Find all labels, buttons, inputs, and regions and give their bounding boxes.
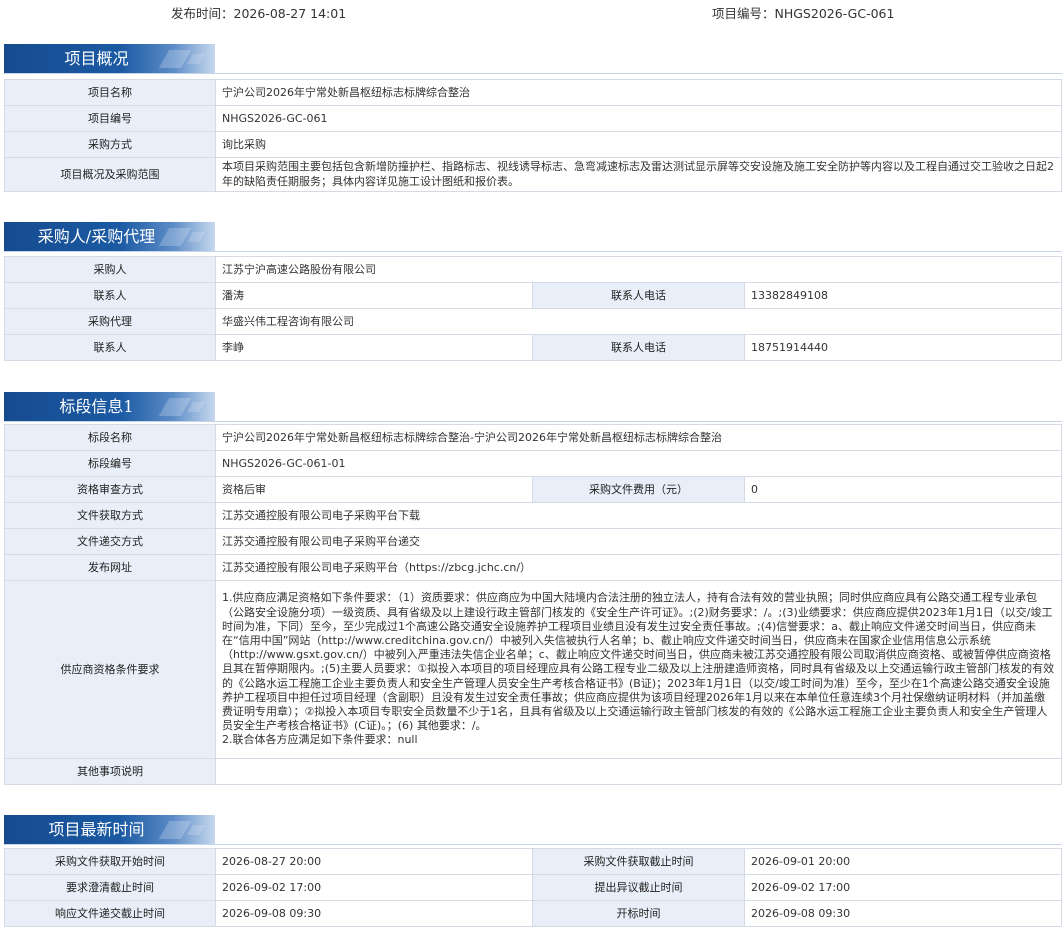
section-tab: 标段信息1 [4, 392, 215, 422]
value-agent: 华盛兴伟工程咨询有限公司 [215, 308, 1062, 335]
value-document-fee: 0 [744, 476, 1062, 503]
section-tab: 项目概况 [4, 44, 215, 74]
publish-time: 发布时间：2026-08-27 14:01 [171, 6, 347, 21]
tab-decoration [187, 825, 205, 835]
value-clarify-deadline: 2026-09-02 17:00 [215, 874, 533, 901]
section-times-header: 项目最新时间 [4, 815, 1062, 845]
value-contact: 潘涛 [215, 282, 533, 309]
tab-decoration [187, 54, 205, 64]
label-clarify-deadline: 要求澄清截止时间 [4, 874, 216, 901]
label-get-start: 采购文件获取开始时间 [4, 848, 216, 875]
label-qualification: 供应商资格条件要求 [4, 580, 216, 759]
value-purchaser: 江苏宁沪高速公路股份有限公司 [215, 256, 1062, 283]
label-agent-phone: 联系人电话 [532, 334, 745, 361]
times-table: 采购文件获取开始时间 2026-08-27 20:00 采购文件获取截止时间 2… [4, 848, 1062, 927]
label-agent: 采购代理 [4, 308, 216, 335]
value-contact-phone: 13382849108 [744, 282, 1062, 309]
label-lot-number: 标段编号 [4, 450, 216, 477]
value-objection-deadline: 2026-09-02 17:00 [744, 874, 1062, 901]
label-submit-method: 文件递交方式 [4, 528, 216, 555]
label-purchaser: 采购人 [4, 256, 216, 283]
label-contact-phone: 联系人电话 [532, 282, 745, 309]
overview-table: 项目名称 宁沪公司2026年宁常处新昌枢纽标志标牌综合整治 项目编号 NHGS2… [4, 79, 1062, 192]
section-tab: 采购人/采购代理 [4, 222, 215, 252]
label-document-fee: 采购文件费用（元） [532, 476, 745, 503]
section-title: 项目最新时间 [48, 820, 145, 839]
tab-decoration [187, 402, 205, 412]
label-other-notes: 其他事项说明 [4, 758, 216, 785]
value-lot-number: NHGS2026-GC-061-01 [215, 450, 1062, 477]
value-qualification: 1.供应商应满足资格如下条件要求：（1）资质要求：供应商应为中国大陆境内合法注册… [215, 580, 1062, 759]
section-lot-header: 标段信息1 [4, 392, 1062, 422]
label-project-scope: 项目概况及采购范围 [4, 157, 216, 192]
value-publish-url: 江苏交通控股有限公司电子采购平台（https://zbcg.jchc.cn/） [215, 554, 1062, 581]
value-get-start: 2026-08-27 20:00 [215, 848, 533, 875]
value-get-end: 2026-09-01 20:00 [744, 848, 1062, 875]
section-tab: 项目最新时间 [4, 815, 215, 845]
lot-table: 标段名称 宁沪公司2026年宁常处新昌枢纽标志标牌综合整治-宁沪公司2026年宁… [4, 424, 1062, 785]
label-get-end: 采购文件获取截止时间 [532, 848, 745, 875]
section-title: 采购人/采购代理 [37, 227, 156, 246]
label-opening-time: 开标时间 [532, 900, 745, 927]
label-submit-deadline: 响应文件递交截止时间 [4, 900, 216, 927]
value-submit-deadline: 2026-09-08 09:30 [215, 900, 533, 927]
label-contact: 联系人 [4, 282, 216, 309]
value-submit-method: 江苏交通控股有限公司电子采购平台递交 [215, 528, 1062, 555]
label-publish-url: 发布网址 [4, 554, 216, 581]
label-agent-contact: 联系人 [4, 334, 216, 361]
value-project-scope: 本项目采购范围主要包括包含新增防撞护栏、指路标志、视线诱导标志、急弯减速标志及雷… [215, 157, 1062, 192]
label-project-number: 项目编号 [4, 105, 216, 132]
announcement-meta: 发布时间：2026-08-27 14:01 项目编号：NHGS2026-GC-0… [0, 0, 1064, 24]
label-project-name: 项目名称 [4, 79, 216, 106]
section-title: 标段信息1 [59, 397, 134, 416]
section-purchaser-header: 采购人/采购代理 [4, 222, 1062, 252]
value-lot-name: 宁沪公司2026年宁常处新昌枢纽标志标牌综合整治-宁沪公司2026年宁常处新昌枢… [215, 424, 1062, 451]
header-project-number: 项目编号：NHGS2026-GC-061 [712, 6, 895, 21]
label-objection-deadline: 提出异议截止时间 [532, 874, 745, 901]
purchaser-table: 采购人 江苏宁沪高速公路股份有限公司 联系人 潘涛 联系人电话 13382849… [4, 256, 1062, 361]
qualification-text: 1.供应商应满足资格如下条件要求：（1）资质要求：供应商应为中国大陆境内合法注册… [222, 591, 1055, 733]
value-opening-time: 2026-09-08 09:30 [744, 900, 1062, 927]
value-agent-phone: 18751914440 [744, 334, 1062, 361]
section-overview-header: 项目概况 [4, 44, 1062, 74]
label-procurement-method: 采购方式 [4, 131, 216, 158]
tab-decoration [187, 232, 205, 242]
value-obtain-method: 江苏交通控股有限公司电子采购平台下载 [215, 502, 1062, 529]
value-agent-contact: 李峥 [215, 334, 533, 361]
value-procurement-method: 询比采购 [215, 131, 1062, 158]
label-review-method: 资格审查方式 [4, 476, 216, 503]
value-project-number: NHGS2026-GC-061 [215, 105, 1062, 132]
label-obtain-method: 文件获取方式 [4, 502, 216, 529]
value-project-name: 宁沪公司2026年宁常处新昌枢纽标志标牌综合整治 [215, 79, 1062, 106]
value-other-notes [215, 758, 1062, 785]
section-title: 项目概况 [64, 49, 129, 68]
label-lot-name: 标段名称 [4, 424, 216, 451]
qualification-consortium: 2.联合体各方应满足如下条件要求：null [222, 733, 418, 747]
value-review-method: 资格后审 [215, 476, 533, 503]
